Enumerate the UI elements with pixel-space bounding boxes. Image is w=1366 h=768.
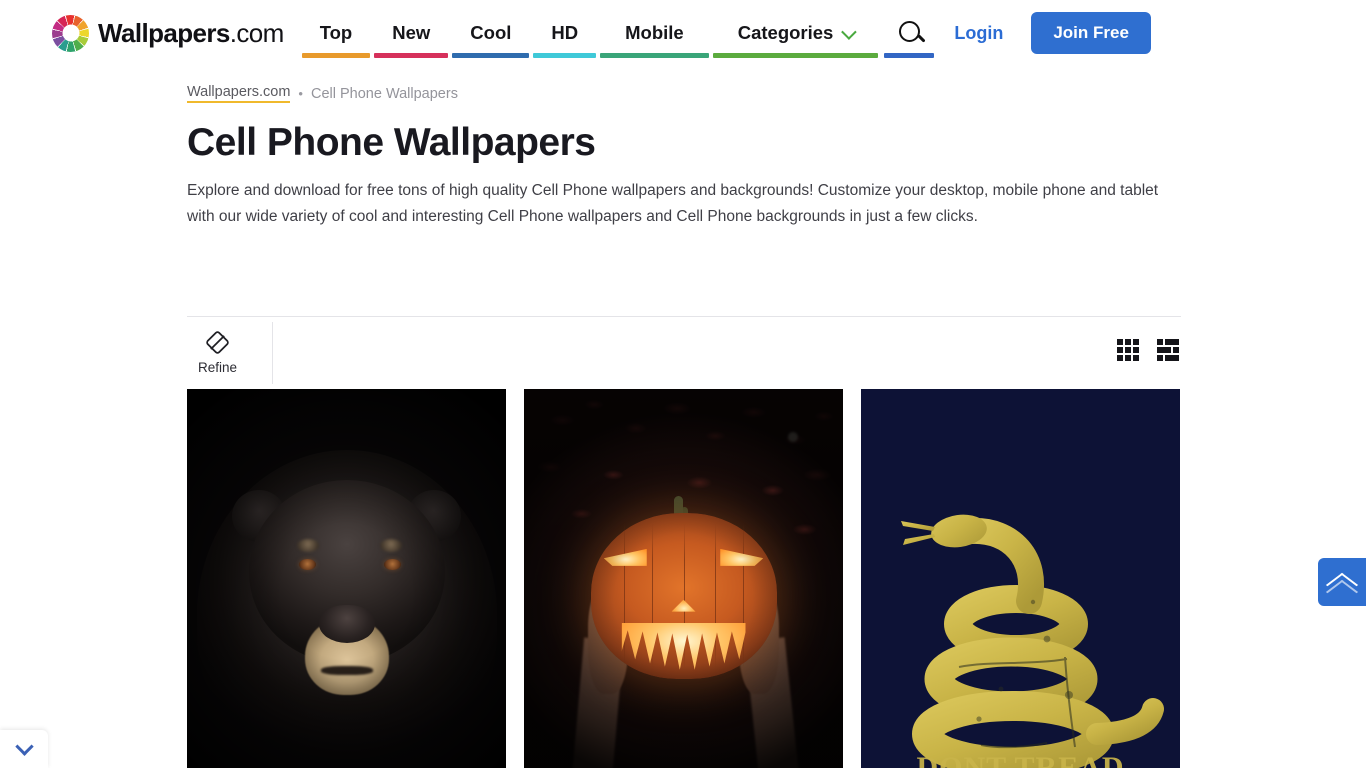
nav-label: HD — [551, 22, 579, 43]
snake-caption: DONT TREAD — [916, 751, 1125, 768]
masonry-view-icon[interactable] — [1157, 339, 1179, 366]
pumpkin-vignette — [524, 389, 843, 768]
view-toggle-group — [1117, 339, 1181, 366]
color-wheel-icon — [52, 14, 89, 52]
grid-view-icon[interactable] — [1117, 339, 1139, 366]
chevron-down-icon — [14, 736, 34, 756]
nav-underline — [600, 53, 709, 58]
refine-filter-icon — [205, 330, 230, 355]
logo-suffix: .com — [229, 17, 285, 48]
breadcrumb-separator: • — [298, 86, 303, 101]
nav-underline — [533, 53, 597, 58]
nav-underline — [712, 53, 879, 58]
wallpaper-card-black-bear[interactable] — [187, 389, 506, 768]
main-navigation: Top New Cool HD Mobile Categories — [300, 0, 939, 66]
site-header: Wallpapers.com Top New Cool HD Mobile Ca… — [0, 0, 1366, 66]
login-link[interactable]: Login — [954, 23, 1003, 44]
nav-item-categories[interactable]: Categories — [711, 0, 881, 66]
wallpaper-grid: DONT TREAD — [187, 389, 1181, 768]
logo-name: Wallpapers — [98, 17, 230, 48]
chevron-down-icon — [841, 23, 858, 40]
logo-text: Wallpapers.com — [98, 18, 284, 49]
breadcrumb-home-link[interactable]: Wallpapers.com — [187, 84, 291, 103]
nav-underline — [301, 53, 371, 58]
nav-label: Top — [319, 22, 353, 43]
nav-underline — [374, 53, 449, 58]
nav-item-cool[interactable]: Cool — [450, 0, 531, 66]
nav-underline — [884, 53, 935, 58]
join-free-button[interactable]: Join Free — [1031, 12, 1151, 54]
site-logo[interactable]: Wallpapers.com — [52, 14, 284, 52]
gallery-toolbar: Refine — [187, 316, 1181, 388]
snake-illustration — [861, 389, 1180, 768]
nav-label: Mobile — [625, 22, 684, 43]
nav-item-hd[interactable]: HD — [531, 0, 598, 66]
nav-underline — [452, 53, 530, 58]
search-icon — [898, 20, 920, 42]
toolbar-divider — [272, 321, 273, 384]
nav-item-mobile[interactable]: Mobile — [598, 0, 711, 66]
search-button[interactable] — [880, 0, 938, 66]
breadcrumb: Wallpapers.com • Cell Phone Wallpapers — [187, 84, 1181, 103]
wallpaper-card-gadsden-snake[interactable]: DONT TREAD — [861, 389, 1180, 768]
nav-label: Categories — [737, 22, 834, 43]
nav-item-new[interactable]: New — [372, 0, 450, 66]
breadcrumb-current: Cell Phone Wallpapers — [310, 85, 458, 102]
page-description: Explore and download for free tons of hi… — [187, 182, 1159, 225]
refine-button[interactable]: Refine — [187, 330, 249, 375]
page-content: Wallpapers.com • Cell Phone Wallpapers C… — [185, 84, 1181, 768]
page-title: Cell Phone Wallpapers — [187, 121, 596, 164]
nav-item-top[interactable]: Top — [300, 0, 373, 66]
nav-label: New — [392, 22, 431, 43]
bear-vignette — [187, 389, 506, 768]
double-chevron-up-icon — [1325, 572, 1359, 605]
nav-label: Cool — [470, 22, 512, 43]
scroll-to-top-button[interactable] — [1318, 558, 1366, 606]
wallpaper-card-jack-o-lantern[interactable] — [524, 389, 843, 768]
refine-label: Refine — [197, 360, 238, 375]
expand-toggle-button[interactable] — [0, 730, 48, 768]
